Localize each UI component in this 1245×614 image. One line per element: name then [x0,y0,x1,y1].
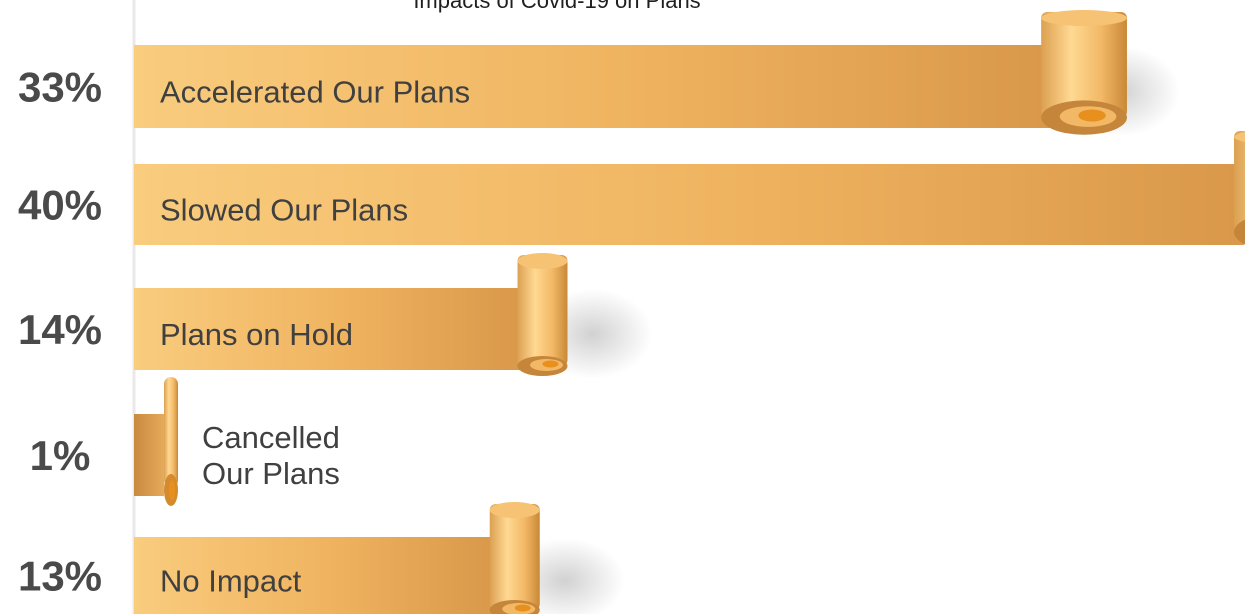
value-label: 33% [18,64,102,111]
category-label-line: Cancelled [202,420,340,455]
category-label: Slowed Our Plans [160,193,408,228]
scroll-curl-core [542,360,559,368]
category-label-line: Slowed Our Plans [160,193,408,228]
bar [134,414,164,496]
value-label: 13% [18,553,102,600]
scroll-roll [517,255,568,366]
scroll-roll [489,504,540,610]
scroll-roll-top [1041,10,1127,26]
scroll-bar-chart: 33% Accelerated Our Plans 40% Slowed Our Pl… [18,0,1245,614]
scroll-roll [1234,131,1245,232]
scroll-roll [164,377,178,487]
category-label: Accelerated Our Plans [160,75,470,110]
bar-group-0: 33% Accelerated Our Plans [18,10,1180,138]
value-label: 1% [30,432,91,479]
category-label-line: Our Plans [202,456,340,491]
bar-group-1: 40% Slowed Our Plans [18,131,1245,245]
category-label: No Impact [160,564,302,599]
value-label: 14% [18,306,102,353]
scroll-roll-top [517,253,568,269]
scroll-curl-core [514,604,531,612]
category-label-line: Accelerated Our Plans [160,75,470,110]
scroll-curl-core [1078,109,1106,122]
bar-group-3: 1% Cancelled Our Plans [30,377,340,506]
value-label: 40% [18,182,102,229]
scroll-curl-core [169,480,175,500]
scroll-roll-top [489,502,540,518]
category-label-line: Plans on Hold [160,317,353,352]
category-label-line: No Impact [160,564,302,599]
category-label: Cancelled Our Plans [202,420,340,491]
category-label: Plans on Hold [160,317,353,352]
bar-group-2: 14% Plans on Hold [18,253,653,380]
bar-group-4: 13% No Impact [18,502,625,614]
